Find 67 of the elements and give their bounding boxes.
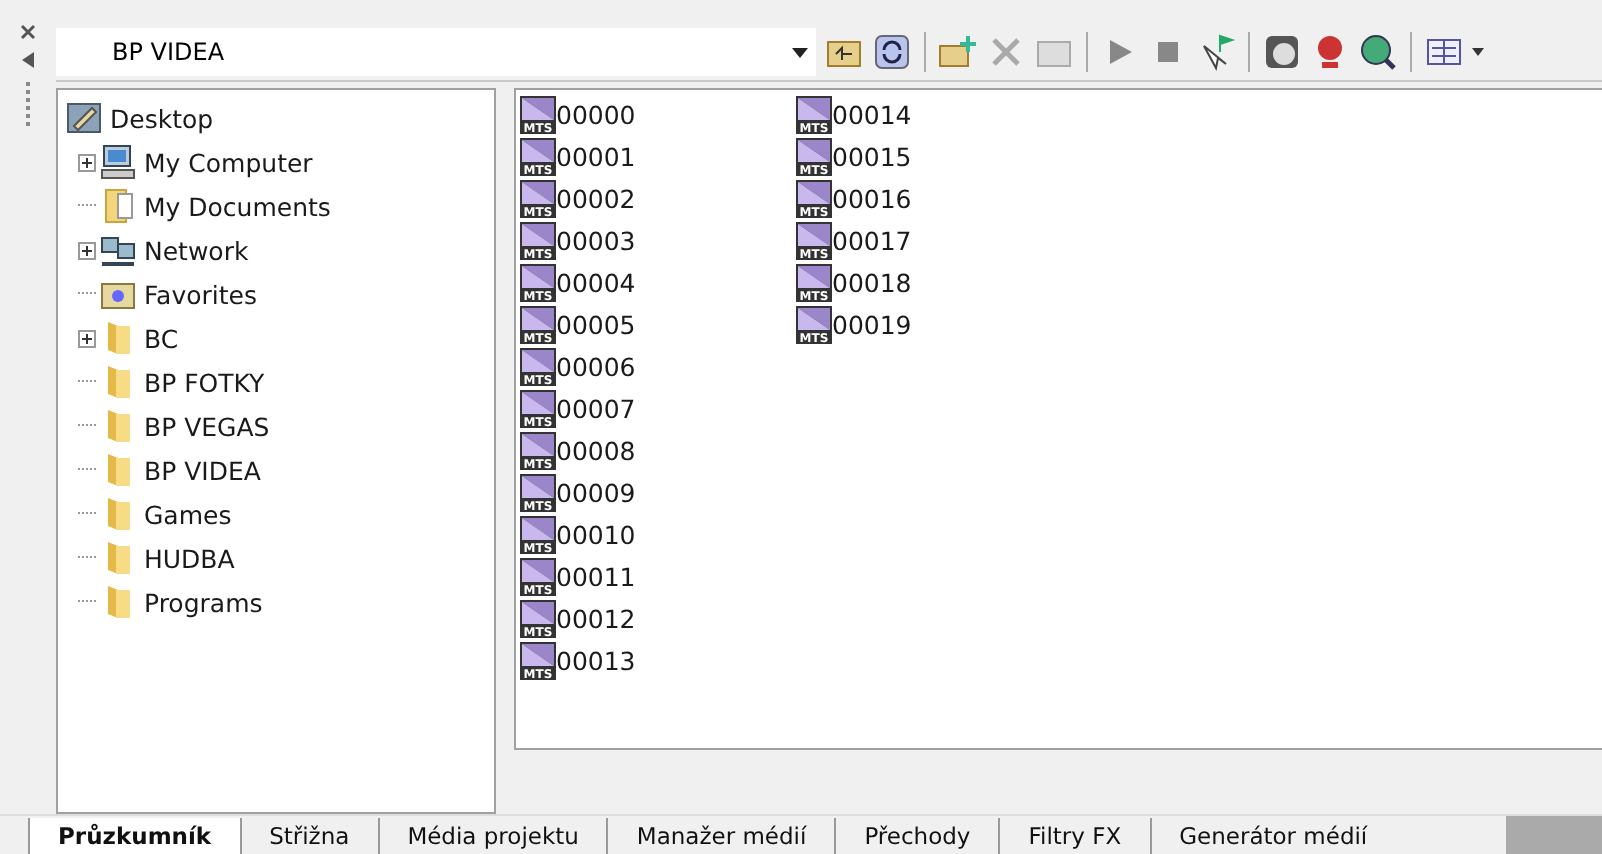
file-name: 00010: [556, 520, 636, 550]
tab[interactable]: Přechody: [834, 818, 999, 854]
document-folder-icon: [100, 188, 136, 224]
tab[interactable]: Generátor médií: [1149, 818, 1396, 854]
caret-icon[interactable]: [1472, 48, 1484, 56]
file-name: 00014: [832, 100, 912, 130]
tree-label: My Documents: [144, 191, 331, 221]
tree-label: Desktop: [110, 103, 214, 133]
new-folder-icon[interactable]: [938, 32, 978, 72]
computer-icon: [100, 144, 136, 180]
file-name: 00016: [832, 184, 912, 214]
tree-label: Games: [144, 499, 232, 529]
tree-label: My Computer: [144, 147, 313, 177]
desktop-icon: [66, 100, 102, 136]
file-name: 00003: [556, 226, 636, 256]
grip-icon[interactable]: [24, 80, 32, 128]
file-name: 00001: [556, 142, 636, 172]
tab[interactable]: Manažer médií: [606, 818, 835, 854]
file-name: 00002: [556, 184, 636, 214]
tree-item[interactable]: BP VEGAS: [78, 404, 486, 448]
tab[interactable]: Média projektu: [377, 818, 607, 854]
refresh-icon[interactable]: [872, 32, 912, 72]
expand-icon[interactable]: [78, 329, 96, 347]
dropdown-arrow-icon[interactable]: [792, 47, 808, 57]
tree-item[interactable]: My Computer: [78, 140, 486, 184]
tree-label: BP VEGAS: [144, 411, 270, 441]
network-icon: [100, 232, 136, 268]
file-name: 00004: [556, 268, 636, 298]
tree-item[interactable]: HUDBA: [78, 536, 486, 580]
expand-icon[interactable]: [78, 153, 96, 171]
tree-item[interactable]: Favorites: [78, 272, 486, 316]
file-name: 00015: [832, 142, 912, 172]
file-name: 00009: [556, 478, 636, 508]
tree-label: Programs: [144, 587, 263, 617]
tree-item[interactable]: BP VIDEA: [78, 448, 486, 492]
file-name: 00005: [556, 310, 636, 340]
file-name: 00013: [556, 646, 636, 676]
tab[interactable]: Filtry FX: [998, 818, 1150, 854]
tree-label: BP VIDEA: [144, 455, 261, 485]
file-name: 00000: [556, 100, 636, 130]
tree-item[interactable]: Programs: [78, 580, 486, 624]
file-name: 00008: [556, 436, 636, 466]
file-name: 00019: [832, 310, 912, 340]
tree-label: BP FOTKY: [144, 367, 265, 397]
tree-label: Network: [144, 235, 249, 265]
file-name: 00012: [556, 604, 636, 634]
tree-label: Favorites: [144, 279, 257, 309]
tab[interactable]: Střižna: [239, 818, 378, 854]
tree-label: HUDBA: [144, 543, 235, 573]
file-name: 00007: [556, 394, 636, 424]
tab[interactable]: Průzkumník: [28, 818, 240, 854]
search-icon[interactable]: [1358, 32, 1398, 72]
file-name: 00017: [832, 226, 912, 256]
file-name: 00011: [556, 562, 636, 592]
location-dropdown[interactable]: BP VIDEA: [56, 28, 816, 76]
tree-item[interactable]: BC: [78, 316, 486, 360]
tree-item[interactable]: Network: [78, 228, 486, 272]
tree-label: BC: [144, 323, 179, 353]
file-name: 00018: [832, 268, 912, 298]
close-icon[interactable]: [20, 24, 36, 40]
tree-item[interactable]: Desktop: [66, 96, 486, 140]
collapse-arrow-icon[interactable]: [22, 52, 34, 68]
tree-item[interactable]: My Documents: [78, 184, 486, 228]
tree-item[interactable]: BP FOTKY: [78, 360, 486, 404]
tree-item[interactable]: Games: [78, 492, 486, 536]
expand-icon[interactable]: [78, 241, 96, 259]
file-name: 00006: [556, 352, 636, 382]
